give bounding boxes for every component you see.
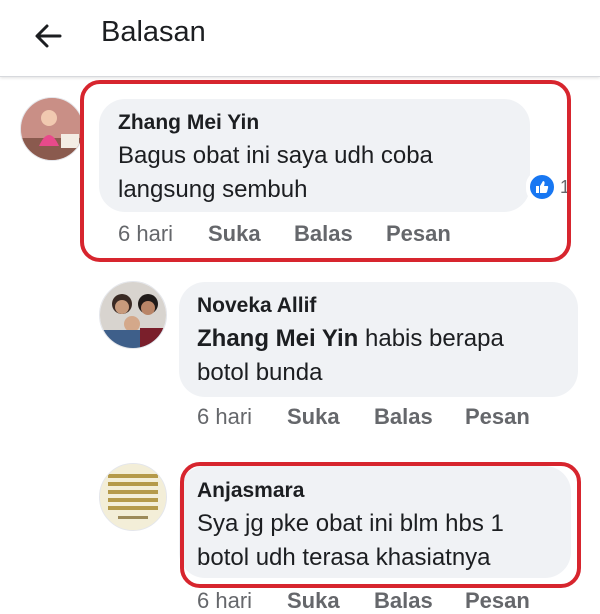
comment-author[interactable]: Noveka Allif xyxy=(197,294,316,318)
comment-time: 6 hari xyxy=(118,221,174,246)
avatar[interactable] xyxy=(99,463,167,531)
comment-author[interactable]: Anjasmara xyxy=(197,479,304,503)
reply-button[interactable]: Balas xyxy=(374,588,433,614)
comment-text: Zhang Mei Yin habis berapa botol bunda xyxy=(197,322,557,390)
comment-text: Sya jg pke obat ini blm hbs 1 botol udh … xyxy=(197,510,504,571)
like-button[interactable]: Suka xyxy=(287,588,340,614)
reaction-count: 1 xyxy=(560,176,571,197)
top-bar: Balasan xyxy=(0,0,600,77)
comment-text: Bagus obat ini saya udh coba langsung se… xyxy=(118,142,433,203)
profile-photo xyxy=(100,282,166,348)
comment-time: 6 hari xyxy=(197,404,253,429)
profile-photo xyxy=(100,464,166,530)
profile-photo xyxy=(21,98,83,160)
arrow-left-icon xyxy=(35,24,62,48)
message-button[interactable]: Pesan xyxy=(386,221,451,247)
back-button[interactable] xyxy=(26,14,70,58)
message-button[interactable]: Pesan xyxy=(465,404,530,430)
reply-button[interactable]: Balas xyxy=(294,221,353,247)
page-title: Balasan xyxy=(101,16,206,48)
comment-author[interactable]: Zhang Mei Yin xyxy=(118,111,259,135)
like-button[interactable]: Suka xyxy=(208,221,261,247)
avatar[interactable] xyxy=(20,97,84,161)
message-button[interactable]: Pesan xyxy=(465,588,530,614)
like-button[interactable]: Suka xyxy=(287,404,340,430)
reaction-summary[interactable]: 1 xyxy=(526,171,575,203)
mention-link[interactable]: Zhang Mei Yin xyxy=(197,325,358,352)
comment-time: 6 hari xyxy=(197,588,253,613)
like-icon xyxy=(528,173,556,201)
avatar[interactable] xyxy=(99,281,167,349)
reply-button[interactable]: Balas xyxy=(374,404,433,430)
